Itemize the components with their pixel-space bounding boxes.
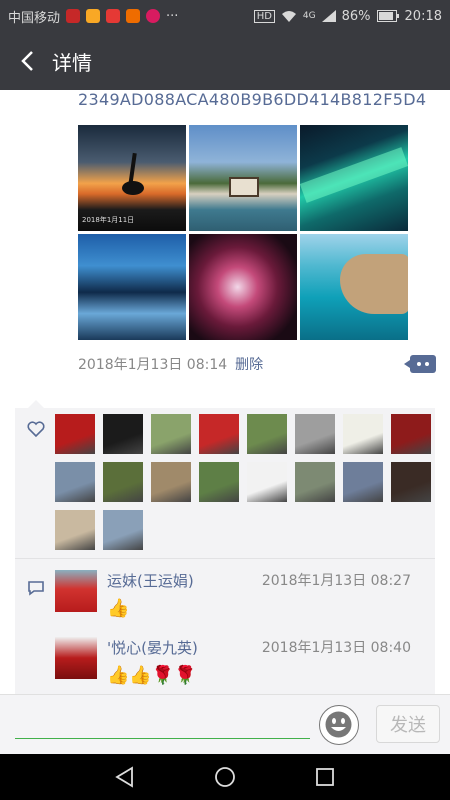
commenter-avatar[interactable] <box>55 637 97 679</box>
like-avatar[interactable] <box>55 462 95 502</box>
commenter-avatar[interactable] <box>55 570 97 612</box>
smiley-icon <box>325 711 352 738</box>
app-notification-icon <box>86 9 101 23</box>
app-notification-icon <box>106 9 121 23</box>
comment-item[interactable]: '悦心(晏九英) 2018年1月13日 08:40 👍👍🌹🌹 <box>55 637 425 693</box>
like-avatar[interactable] <box>247 462 287 502</box>
waterside-village-photo[interactable] <box>189 125 297 231</box>
sunset-crane-photo[interactable]: 2018年1月11日 <box>78 125 186 231</box>
like-avatar[interactable] <box>103 414 143 454</box>
aurora-photo[interactable] <box>300 125 408 231</box>
wifi-icon <box>281 11 296 22</box>
clock: 20:18 <box>404 8 442 24</box>
comment-bubble-icon <box>28 581 44 596</box>
app-notification-icon <box>126 9 141 23</box>
comment-text: 👍👍🌹🌹 <box>107 665 197 686</box>
ice-cave-photo[interactable] <box>78 234 186 340</box>
back-arrow-icon <box>21 51 33 71</box>
battery-percent: 86% <box>341 8 371 24</box>
post-meta: 2018年1月13日 08:14 删除 <box>78 354 263 374</box>
status-bar: 中国移动 ··· HD 4G 86% 20:18 <box>0 0 450 32</box>
network-type-label: 4G <box>302 11 316 21</box>
like-avatar[interactable] <box>199 462 239 502</box>
more-notifications-icon: ··· <box>166 8 179 24</box>
app-notification-icon <box>66 9 81 23</box>
like-avatar[interactable] <box>343 414 383 454</box>
photo-date-overlay: 2018年1月11日 <box>82 216 135 224</box>
delete-button[interactable]: 删除 <box>235 357 263 373</box>
commenter-name[interactable]: 运妹(王运娟) <box>107 570 194 591</box>
app-notification-icon <box>146 9 161 23</box>
interaction-panel: 运妹(王运娟) 2018年1月13日 08:27 👍 '悦心(晏九英) 2018… <box>15 408 435 694</box>
like-avatar[interactable] <box>295 462 335 502</box>
post-text[interactable]: 2349AD088ACA480B9B6DD414B812F5D4 <box>78 90 426 109</box>
like-avatar[interactable] <box>199 414 239 454</box>
system-nav-bar <box>0 754 450 800</box>
like-avatar[interactable] <box>55 414 95 454</box>
dot-icon <box>417 362 421 366</box>
like-avatar[interactable] <box>103 510 143 550</box>
dot-icon <box>425 362 429 366</box>
comment-time: 2018年1月13日 08:27 <box>261 573 411 589</box>
divider <box>15 558 435 559</box>
nav-home-icon[interactable] <box>212 764 238 790</box>
post-timestamp: 2018年1月13日 08:14 <box>78 357 228 373</box>
carrier-label: 中国移动 <box>8 10 61 26</box>
nav-recents-icon[interactable] <box>312 764 338 790</box>
send-button[interactable]: 发送 <box>376 705 440 743</box>
more-actions-button[interactable] <box>404 355 436 373</box>
post-detail: 2349AD088ACA480B9B6DD414B812F5D4 2018年1月… <box>0 90 450 694</box>
title-bar: 详情 <box>0 32 450 90</box>
heart-icon <box>27 421 45 438</box>
back-button[interactable] <box>14 41 40 81</box>
hd-badge: HD <box>253 9 275 23</box>
like-avatar[interactable] <box>55 510 95 550</box>
emoji-button[interactable] <box>319 705 359 745</box>
like-avatar[interactable] <box>343 462 383 502</box>
likes-section <box>15 408 435 558</box>
like-avatar[interactable] <box>391 414 431 454</box>
sea-cliff-photo[interactable] <box>300 234 408 340</box>
like-avatar[interactable] <box>247 414 287 454</box>
like-avatar[interactable] <box>103 462 143 502</box>
signal-icon <box>321 10 336 22</box>
like-avatar[interactable] <box>151 414 191 454</box>
like-avatar[interactable] <box>151 462 191 502</box>
nebula-photo[interactable] <box>189 234 297 340</box>
page-title: 详情 <box>52 50 92 75</box>
like-avatar[interactable] <box>295 414 335 454</box>
panel-pointer <box>28 400 44 408</box>
comment-input[interactable] <box>15 701 310 739</box>
nav-back-icon[interactable] <box>112 764 138 790</box>
comment-time: 2018年1月13日 08:40 <box>261 640 411 656</box>
commenter-name[interactable]: '悦心(晏九英) <box>107 637 198 658</box>
comment-input-bar: 发送 <box>0 694 450 754</box>
like-avatar[interactable] <box>391 462 431 502</box>
comment-text: 👍 <box>107 598 130 619</box>
battery-icon <box>376 10 399 22</box>
comment-item[interactable]: 运妹(王运娟) 2018年1月13日 08:27 👍 <box>55 570 425 626</box>
